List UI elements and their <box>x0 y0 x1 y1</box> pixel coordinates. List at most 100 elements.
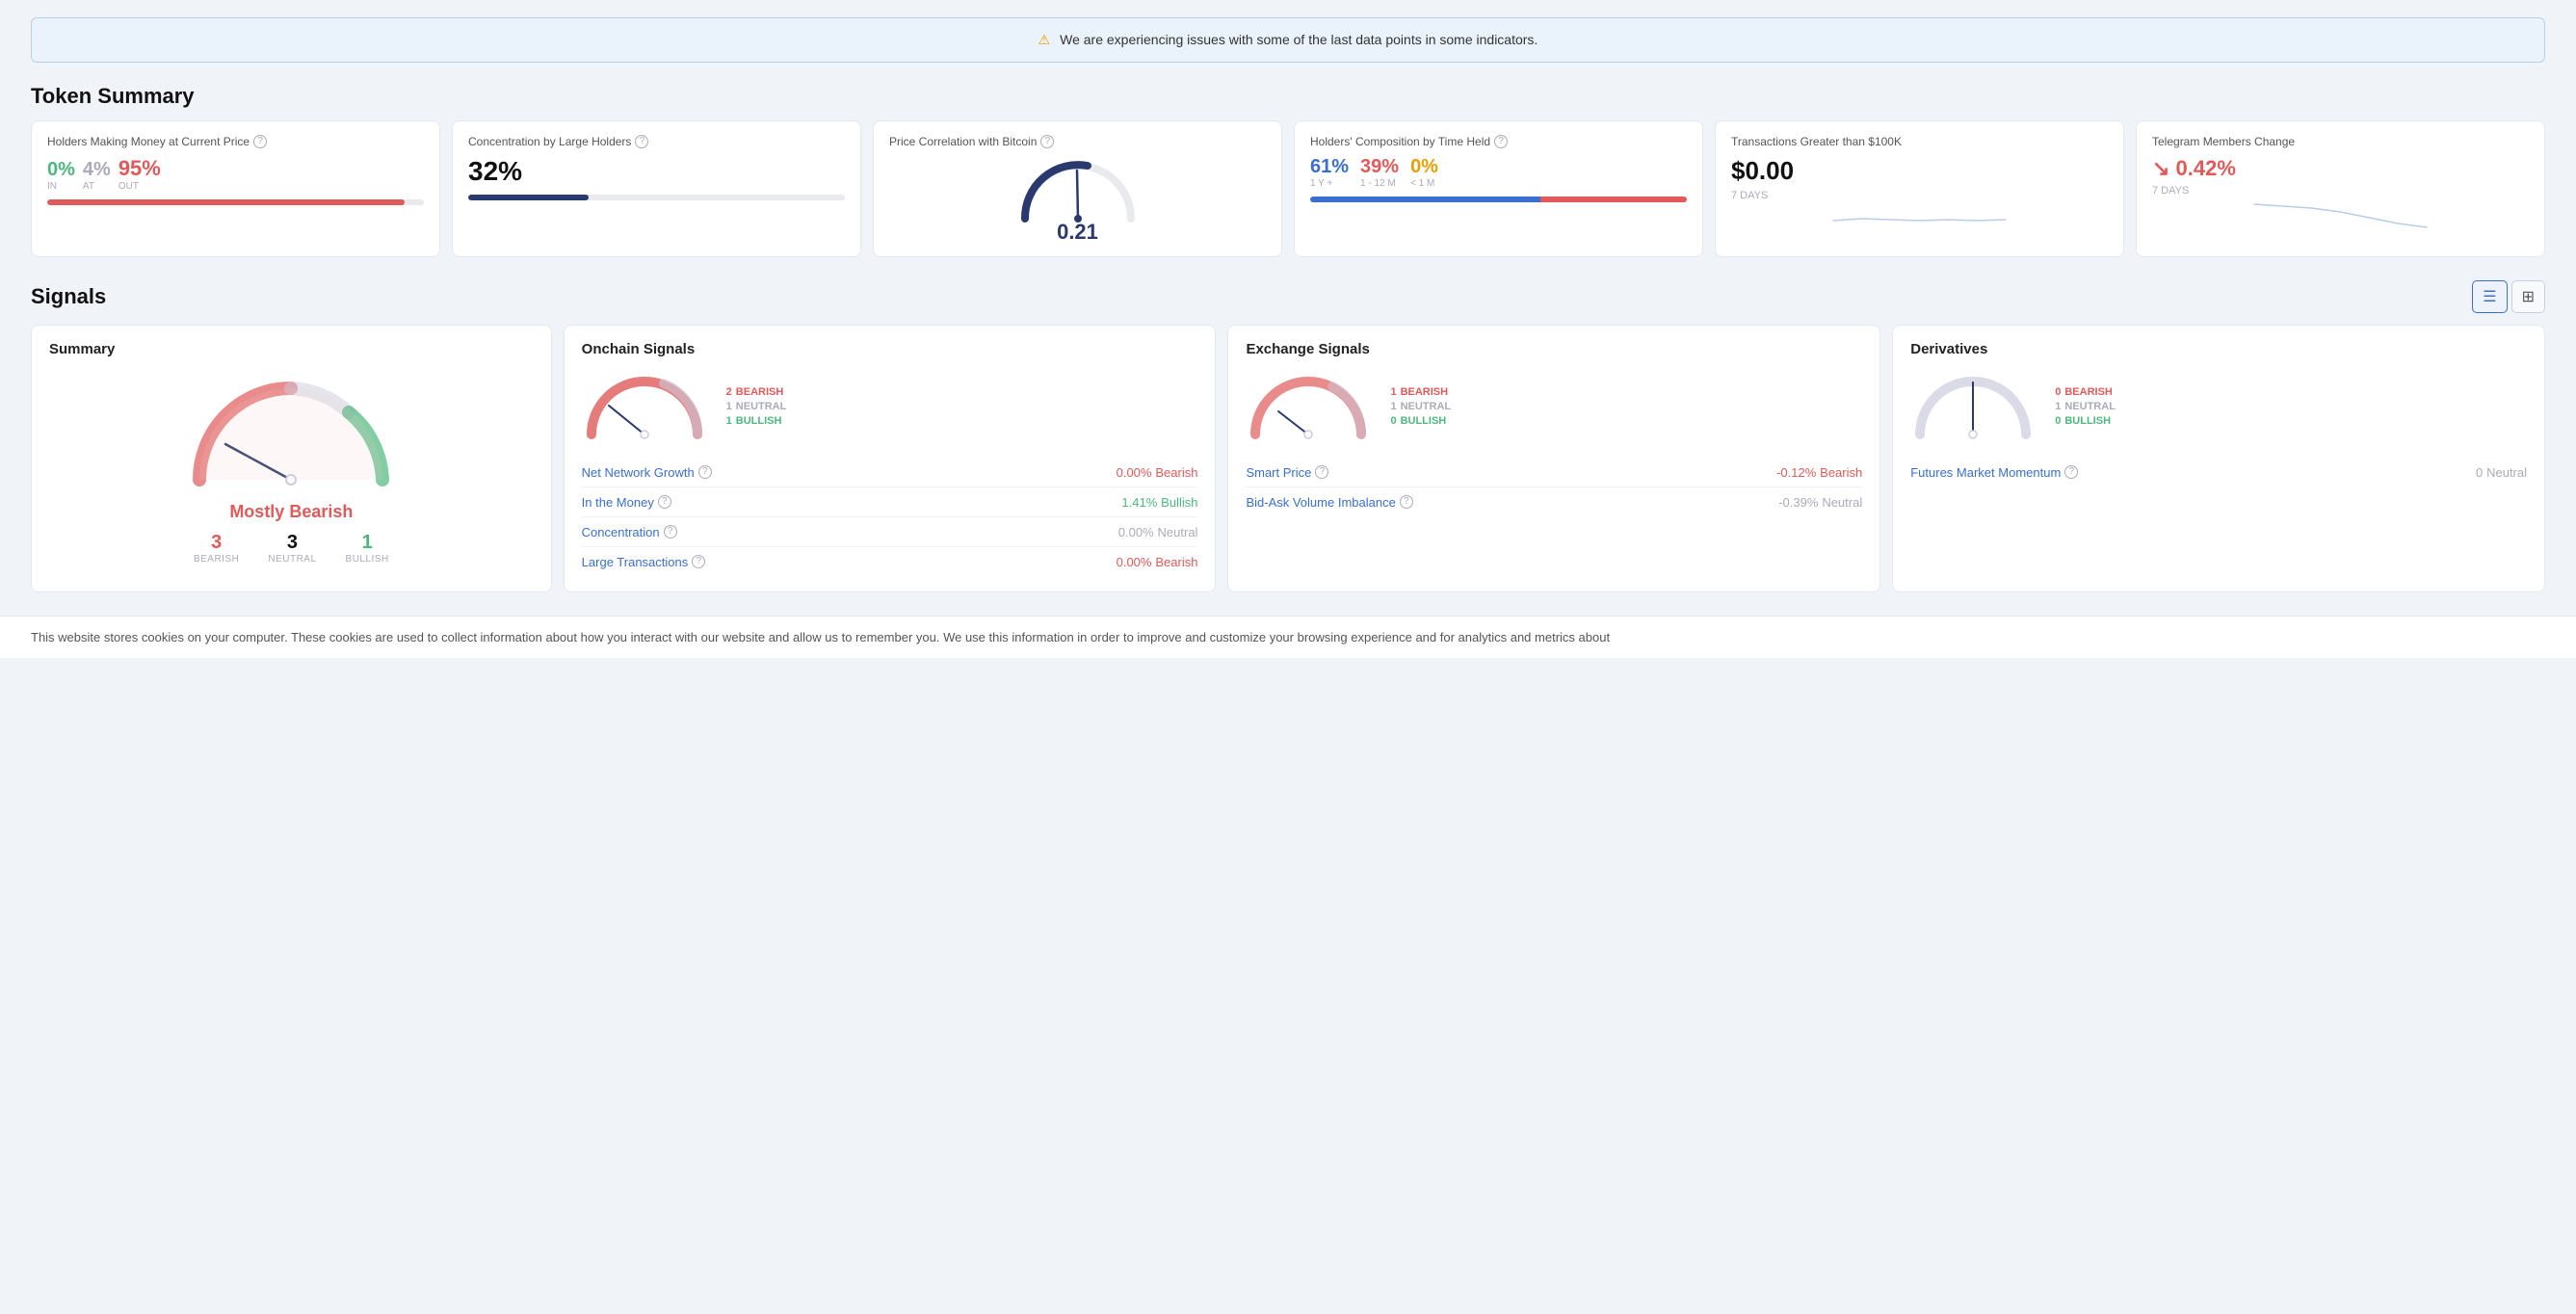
onchain-rows: Net Network Growth ? 0.00% Bearish In th… <box>582 458 1198 576</box>
signal-row-futures: Futures Market Momentum ? 0 Neutral <box>1910 458 2527 486</box>
signal-row-bid-ask: Bid-Ask Volume Imbalance ? -0.39% Neutra… <box>1246 486 1862 516</box>
summary-gauge-svg <box>185 369 397 494</box>
comp-gold-pct: 0% <box>1410 156 1438 177</box>
cookie-text: This website stores cookies on your comp… <box>31 630 1610 644</box>
comp-bar-pink <box>1540 197 1687 202</box>
concentration-signal-value: 0.00% <box>1118 525 1154 539</box>
futures-signal: Neutral <box>2486 465 2527 480</box>
smart-price-signal: Bearish <box>1820 465 1862 480</box>
card-transactions-title: Transactions Greater than $100K <box>1731 135 2108 148</box>
card-correlation-title: Price Correlation with Bitcoin ? <box>889 135 1266 148</box>
bearish-count: 3 BEARISH <box>194 532 239 565</box>
card-telegram: Telegram Members Change ↘ 0.42% 7 DAYS <box>2136 120 2545 257</box>
large-tx-signal: Bearish <box>1155 555 1197 569</box>
in-the-money-signal: Bullish <box>1161 495 1197 510</box>
warning-icon: ⚠ <box>1038 32 1051 47</box>
onchain-panel-title: Onchain Signals <box>582 341 1198 357</box>
card-holders-composition: Holders' Composition by Time Held ? 61% … <box>1294 120 1703 257</box>
token-summary-cards: Holders Making Money at Current Price ? … <box>31 120 2545 257</box>
correlation-value: 0.21 <box>1057 220 1098 245</box>
signals-title: Signals <box>31 284 106 309</box>
transactions-sub: 7 DAYS <box>1731 190 2108 201</box>
exchange-gauge-row: 1BEARISH 1NEUTRAL 0BULLISH <box>1246 369 1862 444</box>
telegram-sparkline <box>2152 197 2529 231</box>
in-label: IN <box>47 181 75 192</box>
large-tx-name[interactable]: Large Transactions ? <box>582 555 706 569</box>
card-composition-title: Holders' Composition by Time Held ? <box>1310 135 1687 148</box>
in-the-money-value: 1.41% <box>1121 495 1157 510</box>
at-pct: 4% <box>83 159 111 180</box>
composition-help[interactable]: ? <box>1494 135 1508 148</box>
concentration-help[interactable]: ? <box>635 135 648 148</box>
in-pct: 0% <box>47 159 75 180</box>
concentration-bar <box>468 195 845 200</box>
card-holders-money-title: Holders Making Money at Current Price ? <box>47 135 424 148</box>
card-price-correlation: Price Correlation with Bitcoin ? 0.21 <box>873 120 1282 257</box>
large-tx-help[interactable]: ? <box>692 555 705 568</box>
derivatives-panel: Derivatives 0BEARISH 1NEUTRAL 0BULLISH F… <box>1892 325 2545 592</box>
exchange-panel: Exchange Signals 1BEARISH 1NEUTRAL 0BULL… <box>1227 325 1880 592</box>
exchange-panel-title: Exchange Signals <box>1246 341 1862 357</box>
in-the-money-name[interactable]: In the Money ? <box>582 495 671 510</box>
concentration-signal-name[interactable]: Concentration ? <box>582 525 677 539</box>
smart-price-help[interactable]: ? <box>1315 465 1328 479</box>
onchain-panel: Onchain Signals 2BEARISH 1NEUTRAL 1BULLI… <box>564 325 1217 592</box>
smart-price-name[interactable]: Smart Price ? <box>1246 465 1328 480</box>
bid-ask-help[interactable]: ? <box>1400 495 1413 509</box>
holders-bar-red <box>47 199 405 205</box>
holders-bar <box>47 199 424 205</box>
summary-counts: 3 BEARISH 3 NEUTRAL 1 BULLISH <box>49 532 534 565</box>
concentration-bar-fill <box>468 195 589 200</box>
composition-values: 61% 1 Y + 39% 1 - 12 M 0% < 1 M <box>1310 156 1687 189</box>
bid-ask-signal: Neutral <box>1822 495 1862 510</box>
derivatives-gauge-row: 0BEARISH 1NEUTRAL 0BULLISH <box>1910 369 2527 444</box>
correlation-help[interactable]: ? <box>1040 135 1054 148</box>
out-pct: 95% <box>118 156 161 180</box>
holders-money-help[interactable]: ? <box>253 135 267 148</box>
signals-grid: Summary <box>31 325 2545 592</box>
neutral-count: 3 NEUTRAL <box>268 532 316 565</box>
onchain-gauge-svg <box>582 369 707 444</box>
holders-values: 0% IN 4% AT 95% OUT <box>47 156 424 192</box>
correlation-gauge: 0.21 <box>889 156 1266 245</box>
list-view-button[interactable]: ☰ <box>2472 280 2507 313</box>
derivatives-panel-title: Derivatives <box>1910 341 2527 357</box>
at-label: AT <box>83 181 111 192</box>
comp-blue-pct: 61% <box>1310 156 1349 177</box>
signal-row-smart-price: Smart Price ? -0.12% Bearish <box>1246 458 1862 486</box>
comp-bar-blue <box>1310 197 1540 202</box>
bid-ask-value: -0.39% <box>1778 495 1818 510</box>
card-transactions: Transactions Greater than $100K $0.00 7 … <box>1715 120 2124 257</box>
futures-name[interactable]: Futures Market Momentum ? <box>1910 465 2078 480</box>
in-the-money-help[interactable]: ? <box>658 495 671 509</box>
out-label: OUT <box>118 181 161 192</box>
futures-help[interactable]: ? <box>2064 465 2078 479</box>
correlation-gauge-svg <box>1015 156 1141 225</box>
card-holders-money: Holders Making Money at Current Price ? … <box>31 120 440 257</box>
exchange-gauge-svg <box>1246 369 1371 444</box>
concentration-signal-help[interactable]: ? <box>664 525 677 539</box>
grid-view-button[interactable]: ⊞ <box>2511 280 2545 313</box>
comp-blue-label: 1 Y + <box>1310 178 1349 189</box>
card-concentration: Concentration by Large Holders ? 32% <box>452 120 861 257</box>
concentration-signal-signal: Neutral <box>1158 525 1198 539</box>
telegram-sub: 7 DAYS <box>2152 185 2529 197</box>
cookie-banner: This website stores cookies on your comp… <box>0 616 2576 658</box>
alert-banner: ⚠ We are experiencing issues with some o… <box>31 17 2545 63</box>
signal-row-concentration: Concentration ? 0.00% Neutral <box>582 516 1198 546</box>
net-network-name[interactable]: Net Network Growth ? <box>582 465 712 480</box>
net-network-help[interactable]: ? <box>698 465 712 479</box>
telegram-value: ↘ 0.42% <box>2152 156 2529 181</box>
token-summary-title: Token Summary <box>31 84 2545 109</box>
alert-message: We are experiencing issues with some of … <box>1060 32 1538 47</box>
exchange-rows: Smart Price ? -0.12% Bearish Bid-Ask Vol… <box>1246 458 1862 516</box>
bid-ask-name[interactable]: Bid-Ask Volume Imbalance ? <box>1246 495 1412 510</box>
signal-row-large-tx: Large Transactions ? 0.00% Bearish <box>582 546 1198 576</box>
onchain-legend: 2BEARISH 1NEUTRAL 1BULLISH <box>726 386 787 427</box>
onchain-gauge-row: 2BEARISH 1NEUTRAL 1BULLISH <box>582 369 1198 444</box>
smart-price-value: -0.12% <box>1776 465 1816 480</box>
derivatives-rows: Futures Market Momentum ? 0 Neutral <box>1910 458 2527 486</box>
signals-header: Signals ☰ ⊞ <box>31 280 2545 313</box>
summary-panel: Summary <box>31 325 552 592</box>
card-concentration-title: Concentration by Large Holders ? <box>468 135 845 148</box>
